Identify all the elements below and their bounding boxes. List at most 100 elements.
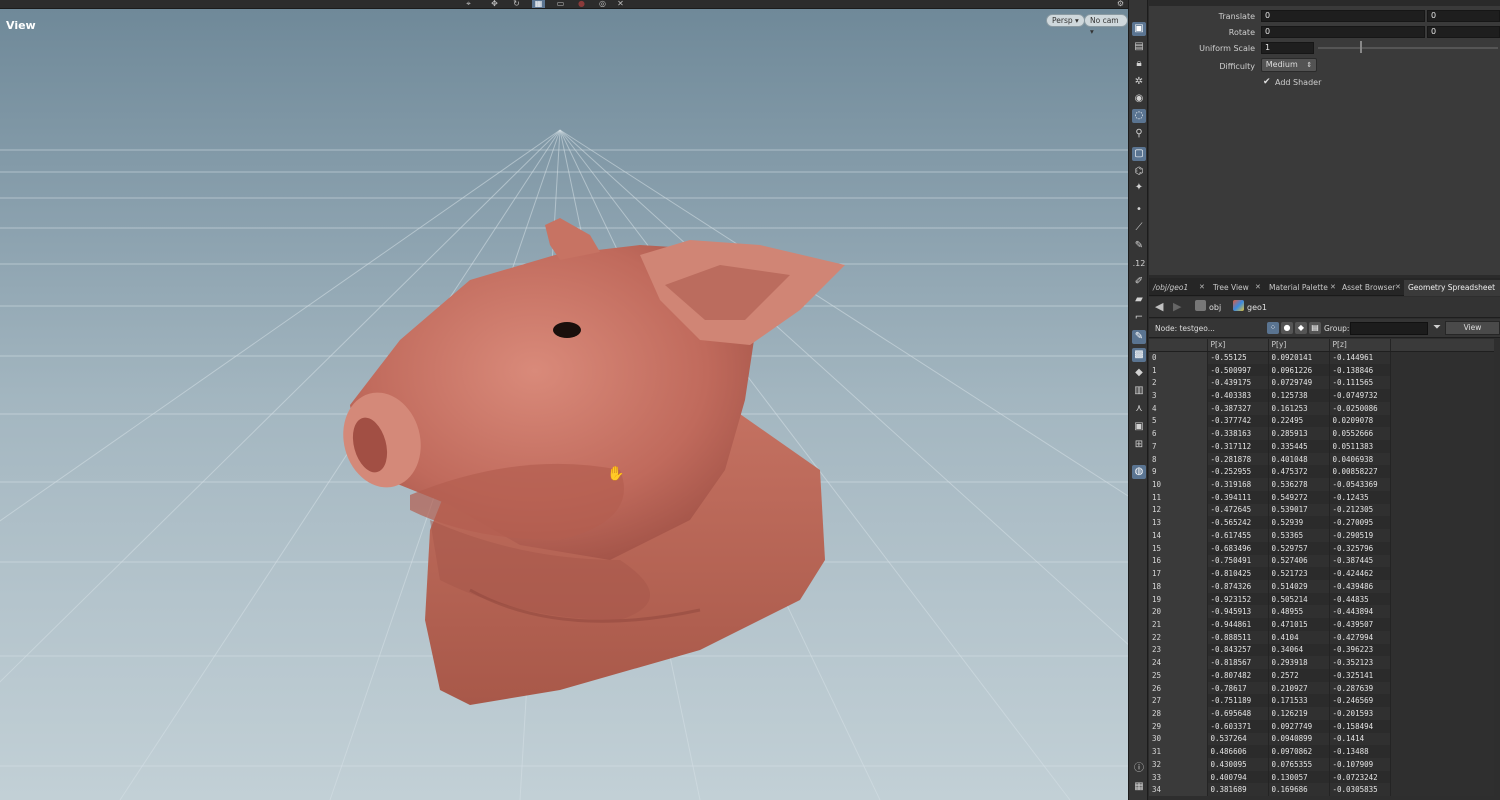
row-index-cell[interactable]: 15 [1149, 541, 1208, 555]
transform-icon[interactable]: ✥ [488, 0, 501, 8]
table-cell[interactable]: -0.317112 [1207, 440, 1269, 453]
row-index-cell[interactable]: 3 [1149, 389, 1208, 402]
translate-y-field[interactable]: 0 [1427, 10, 1500, 22]
uniform-scale-slider-handle[interactable] [1360, 41, 1362, 53]
row-index-cell[interactable]: 10 [1149, 478, 1208, 491]
box-icon[interactable]: ▣ [1132, 420, 1146, 434]
col-header-py[interactable]: P[y] [1268, 339, 1330, 352]
primitives-icon[interactable]: ◆ [1295, 322, 1307, 334]
table-cell[interactable]: 0.335445 [1268, 440, 1330, 453]
table-cell[interactable]: 0.527406 [1268, 554, 1330, 568]
row-index-cell[interactable]: 2 [1149, 376, 1208, 390]
table-cell[interactable]: -0.107909 [1329, 758, 1391, 771]
points-icon[interactable]: ⁘ [1267, 322, 1279, 334]
table-cell[interactable]: 0.130057 [1268, 770, 1330, 784]
row-index-cell[interactable]: 13 [1149, 516, 1208, 530]
table-cell[interactable]: 0.401048 [1268, 452, 1330, 466]
path-geo1[interactable]: geo1 [1247, 301, 1267, 314]
table-row[interactable]: 2 -0.439175 0.0729749 -0.111565 [1149, 376, 1494, 390]
table-cell[interactable]: -0.78617 [1207, 681, 1269, 695]
table-row[interactable]: 15 -0.683496 0.529757 -0.325796 [1149, 541, 1494, 555]
table-row[interactable]: 0 -0.55125 0.0920141 -0.144961 [1149, 351, 1494, 364]
row-index-cell[interactable]: 33 [1149, 770, 1208, 784]
row-index-cell[interactable]: 30 [1149, 732, 1208, 746]
table-row[interactable]: 34 0.381689 0.169686 -0.0305835 [1149, 783, 1494, 797]
table-cell[interactable]: 0.536278 [1268, 478, 1330, 491]
table-cell[interactable]: 0.22495 [1268, 414, 1330, 428]
table-cell[interactable]: 0.34064 [1268, 643, 1330, 657]
settings-icon[interactable]: ⚙ [1114, 0, 1127, 8]
table-cell[interactable]: -0.158494 [1329, 719, 1391, 733]
table-row[interactable]: 32 0.430095 0.0765355 -0.107909 [1149, 758, 1494, 771]
table-row[interactable]: 8 -0.281878 0.401048 0.0406938 [1149, 452, 1494, 466]
table-cell[interactable]: 0.285913 [1268, 427, 1330, 441]
col-header-px[interactable]: P[x] [1207, 339, 1269, 352]
table-cell[interactable]: -0.287639 [1329, 681, 1391, 695]
table-cell[interactable]: 0.0765355 [1268, 758, 1330, 771]
row-index-cell[interactable]: 17 [1149, 567, 1208, 580]
row-index-cell[interactable]: 6 [1149, 427, 1208, 441]
table-cell[interactable]: -0.111565 [1329, 376, 1391, 390]
table-cell[interactable]: 0.0940899 [1268, 732, 1330, 746]
table-cell[interactable]: -0.12435 [1329, 490, 1391, 504]
snap-icon[interactable]: ▦ [532, 0, 545, 8]
table-cell[interactable]: -0.500997 [1207, 363, 1269, 377]
table-cell[interactable]: 0.505214 [1268, 592, 1330, 606]
table-cell[interactable]: 0.0406938 [1329, 452, 1391, 466]
table-cell[interactable]: 0.169686 [1268, 783, 1330, 797]
table-cell[interactable]: -0.144961 [1329, 351, 1391, 364]
table-row[interactable]: 27 -0.751189 0.171533 -0.246569 [1149, 694, 1494, 708]
row-index-cell[interactable]: 19 [1149, 592, 1208, 606]
difficulty-select[interactable]: Medium ⇕ [1261, 58, 1317, 72]
row-index-cell[interactable]: 5 [1149, 414, 1208, 428]
row-index-cell[interactable]: 8 [1149, 452, 1208, 466]
col-header-index[interactable] [1149, 339, 1208, 352]
render-icon[interactable]: ⊞ [1132, 438, 1146, 452]
table-cell[interactable]: 0.0511383 [1329, 440, 1391, 453]
light-icon[interactable]: ✲ [1132, 75, 1146, 89]
table-cell[interactable]: 0.125738 [1268, 389, 1330, 402]
table-row[interactable]: 5 -0.377742 0.22495 0.0209078 [1149, 414, 1494, 428]
table-row[interactable]: 19 -0.923152 0.505214 -0.44835 [1149, 592, 1494, 606]
table-cell[interactable]: 0.210927 [1268, 681, 1330, 695]
table-row[interactable]: 18 -0.874326 0.514029 -0.439486 [1149, 579, 1494, 593]
table-cell[interactable]: -0.377742 [1207, 414, 1269, 428]
table-cell[interactable]: -0.617455 [1207, 529, 1269, 542]
vertices-icon[interactable]: ● [1281, 322, 1293, 334]
row-index-cell[interactable]: 20 [1149, 605, 1208, 619]
book-icon[interactable]: ▥ [1132, 384, 1146, 398]
table-cell[interactable]: -0.439486 [1329, 579, 1391, 593]
table-cell[interactable]: -0.290519 [1329, 529, 1391, 542]
diamond-icon[interactable]: ◆ [1132, 366, 1146, 380]
table-cell[interactable]: -0.0543369 [1329, 478, 1391, 491]
table-cell[interactable]: -0.443894 [1329, 605, 1391, 619]
table-cell[interactable]: 0.53365 [1268, 529, 1330, 542]
table-cell[interactable]: -0.55125 [1207, 351, 1269, 364]
table-cell[interactable]: 0.0920141 [1268, 351, 1330, 364]
table-row[interactable]: 1 -0.500997 0.0961226 -0.138846 [1149, 363, 1494, 377]
table-cell[interactable]: -0.270095 [1329, 516, 1391, 530]
table-cell[interactable]: -0.387445 [1329, 554, 1391, 568]
table-cell[interactable]: -0.252955 [1207, 465, 1269, 479]
table-cell[interactable]: -0.0250086 [1329, 401, 1391, 415]
table-cell[interactable]: -0.750491 [1207, 554, 1269, 568]
shade-icon[interactable]: ✎ [1132, 330, 1146, 344]
row-index-cell[interactable]: 0 [1149, 351, 1208, 364]
table-cell[interactable]: -0.338163 [1207, 427, 1269, 441]
row-index-cell[interactable]: 27 [1149, 694, 1208, 708]
table-cell[interactable]: -0.424462 [1329, 567, 1391, 580]
row-index-cell[interactable]: 14 [1149, 529, 1208, 542]
table-cell[interactable]: 0.381689 [1207, 783, 1269, 797]
table-row[interactable]: 28 -0.695648 0.126219 -0.201593 [1149, 707, 1494, 720]
row-index-cell[interactable]: 7 [1149, 440, 1208, 453]
table-cell[interactable]: -0.439175 [1207, 376, 1269, 390]
table-cell[interactable]: 0.00858227 [1329, 465, 1391, 479]
table-row[interactable]: 10 -0.319168 0.536278 -0.0543369 [1149, 478, 1494, 491]
frame-icon[interactable]: ▢ [1132, 147, 1146, 161]
table-row[interactable]: 4 -0.387327 0.161253 -0.0250086 [1149, 401, 1494, 415]
texture-icon[interactable]: ▤ [1132, 40, 1146, 54]
table-cell[interactable]: -0.1414 [1329, 732, 1391, 746]
table-cell[interactable]: -0.888511 [1207, 630, 1269, 644]
table-cell[interactable]: -0.751189 [1207, 694, 1269, 708]
number-icon[interactable]: .12 [1132, 257, 1146, 271]
